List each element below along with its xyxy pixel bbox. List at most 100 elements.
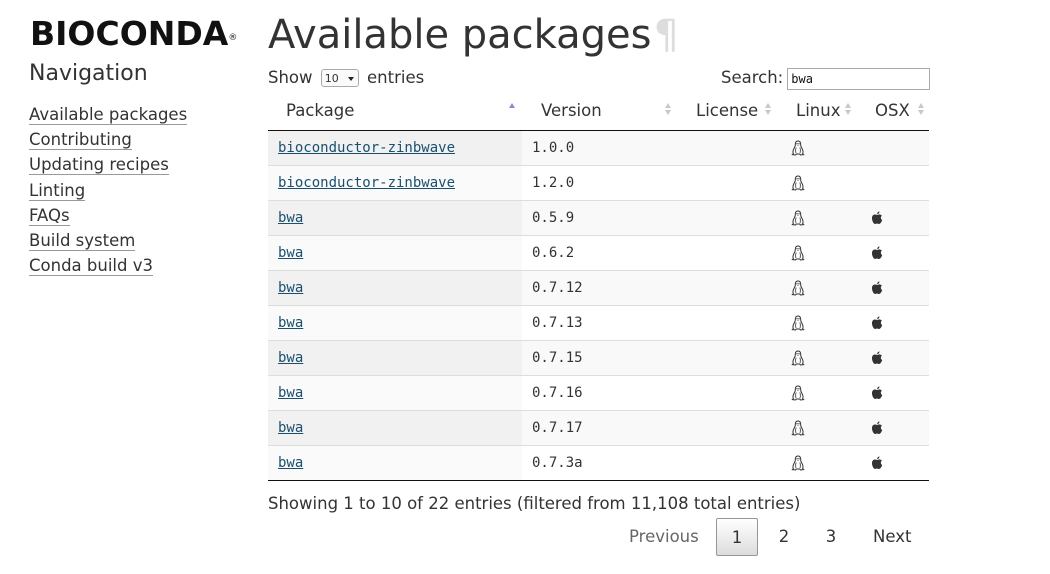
sidebar-item-contributing[interactable]: Contributing bbox=[29, 130, 132, 151]
page-button-1[interactable]: 1 bbox=[716, 518, 758, 556]
sort-icon bbox=[918, 103, 925, 115]
search-label: Search: bbox=[721, 68, 784, 87]
license-cell bbox=[672, 339, 772, 375]
page-button-3[interactable]: 3 bbox=[810, 518, 852, 556]
license-cell bbox=[672, 199, 772, 235]
package-link[interactable]: bioconductor-zinbwave bbox=[278, 175, 455, 191]
packages-table: Package Version License Linux OSX biocon… bbox=[268, 92, 929, 481]
column-label-linux: Linux bbox=[796, 101, 841, 121]
package-cell: bioconductor-zinbwave bbox=[268, 164, 522, 200]
column-header-osx[interactable]: OSX bbox=[852, 92, 929, 131]
next-page-button[interactable]: Next bbox=[873, 518, 911, 556]
license-cell bbox=[672, 444, 772, 481]
column-header-linux[interactable]: Linux bbox=[772, 92, 852, 131]
linux-cell bbox=[772, 269, 852, 305]
version-cell: 0.7.13 bbox=[522, 304, 672, 340]
osx-cell bbox=[852, 164, 929, 200]
table-header-row: Package Version License Linux OSX bbox=[268, 92, 929, 131]
version-cell: 0.7.17 bbox=[522, 409, 672, 445]
linux-cell bbox=[772, 339, 852, 375]
package-link[interactable]: bwa bbox=[278, 245, 303, 261]
previous-page-button[interactable]: Previous bbox=[629, 518, 699, 556]
package-cell: bwa bbox=[268, 304, 522, 340]
linux-icon bbox=[791, 314, 805, 331]
osx-cell bbox=[852, 374, 929, 410]
search-input[interactable]: bwa bbox=[787, 67, 931, 90]
table-row: bwa 0.7.12 bbox=[268, 269, 929, 305]
linux-cell bbox=[772, 129, 852, 165]
page-button-2[interactable]: 2 bbox=[763, 518, 805, 556]
linux-cell bbox=[772, 304, 852, 340]
apple-icon bbox=[870, 455, 884, 471]
version-cell: 0.7.16 bbox=[522, 374, 672, 410]
linux-cell bbox=[772, 234, 852, 270]
version-cell: 0.7.3a bbox=[522, 444, 672, 481]
linux-icon bbox=[791, 349, 805, 366]
package-cell: bwa bbox=[268, 409, 522, 445]
linux-icon bbox=[791, 244, 805, 261]
column-label-package: Package bbox=[286, 101, 355, 121]
sort-ascending-icon bbox=[509, 103, 516, 115]
osx-cell bbox=[852, 269, 929, 305]
package-cell: bwa bbox=[268, 339, 522, 375]
apple-icon bbox=[870, 280, 884, 296]
package-link[interactable]: bioconductor-zinbwave bbox=[278, 140, 455, 156]
heading-anchor-link[interactable]: ¶ bbox=[653, 12, 678, 58]
apple-icon bbox=[870, 420, 884, 436]
package-link[interactable]: bwa bbox=[278, 315, 303, 331]
column-header-version[interactable]: Version bbox=[522, 92, 672, 131]
column-label-license: License bbox=[696, 101, 759, 121]
table-row: bwa 0.7.17 bbox=[268, 409, 929, 445]
version-cell: 0.7.12 bbox=[522, 269, 672, 305]
version-cell: 0.7.15 bbox=[522, 339, 672, 375]
osx-cell bbox=[852, 304, 929, 340]
version-cell: 1.0.0 bbox=[522, 129, 672, 165]
package-link[interactable]: bwa bbox=[278, 280, 303, 296]
sidebar-item-build-system[interactable]: Build system bbox=[29, 230, 136, 251]
sort-icon bbox=[665, 103, 672, 115]
package-link[interactable]: bwa bbox=[278, 420, 303, 436]
osx-cell bbox=[852, 444, 929, 481]
apple-icon bbox=[870, 385, 884, 401]
sidebar-nav: Available packages Contributing Updating… bbox=[29, 103, 188, 279]
length-suffix: entries bbox=[367, 68, 425, 87]
linux-cell bbox=[772, 374, 852, 410]
search-control: Search: bwa bbox=[721, 66, 931, 90]
table-row: bwa 0.7.13 bbox=[268, 304, 929, 340]
sidebar-item-conda-build-v3[interactable]: Conda build v3 bbox=[29, 256, 153, 277]
package-link[interactable]: bwa bbox=[278, 350, 303, 366]
sidebar-item-available-packages[interactable]: Available packages bbox=[29, 105, 188, 125]
package-link[interactable]: bwa bbox=[278, 210, 303, 226]
length-prefix: Show bbox=[268, 68, 313, 87]
linux-cell bbox=[772, 164, 852, 200]
package-link[interactable]: bwa bbox=[278, 385, 303, 401]
linux-icon bbox=[791, 139, 805, 156]
table-info: Showing 1 to 10 of 22 entries (filtered … bbox=[268, 494, 801, 513]
linux-icon bbox=[791, 454, 805, 471]
apple-icon bbox=[870, 315, 884, 331]
package-link[interactable]: bwa bbox=[278, 455, 303, 471]
license-cell bbox=[672, 409, 772, 445]
nav-heading: Navigation bbox=[29, 61, 148, 86]
entries-length-control: Show 10 entries bbox=[268, 66, 424, 90]
table-row: bwa 0.7.15 bbox=[268, 339, 929, 375]
sort-icon bbox=[765, 103, 772, 115]
chevron-down-icon bbox=[347, 77, 354, 81]
bioconda-logo[interactable]: BIOCONDA® bbox=[30, 14, 237, 54]
column-header-package[interactable]: Package bbox=[268, 92, 522, 131]
linux-cell bbox=[772, 444, 852, 481]
entries-per-page-select[interactable]: 10 bbox=[320, 69, 359, 87]
license-cell bbox=[672, 374, 772, 410]
version-cell: 0.6.2 bbox=[522, 234, 672, 270]
apple-icon bbox=[870, 245, 884, 261]
sidebar-item-faqs[interactable]: FAQs bbox=[29, 205, 70, 226]
package-cell: bwa bbox=[268, 234, 522, 270]
sidebar-item-updating-recipes[interactable]: Updating recipes bbox=[29, 155, 169, 176]
table-row: bwa 0.5.9 bbox=[268, 199, 929, 235]
sidebar-item-linting[interactable]: Linting bbox=[29, 180, 86, 201]
license-cell bbox=[672, 129, 772, 165]
osx-cell bbox=[852, 339, 929, 375]
packages-table-body: bioconductor-zinbwave 1.0.0 bioconductor-z… bbox=[268, 129, 929, 481]
package-cell: bwa bbox=[268, 374, 522, 410]
column-header-license[interactable]: License bbox=[672, 92, 772, 131]
